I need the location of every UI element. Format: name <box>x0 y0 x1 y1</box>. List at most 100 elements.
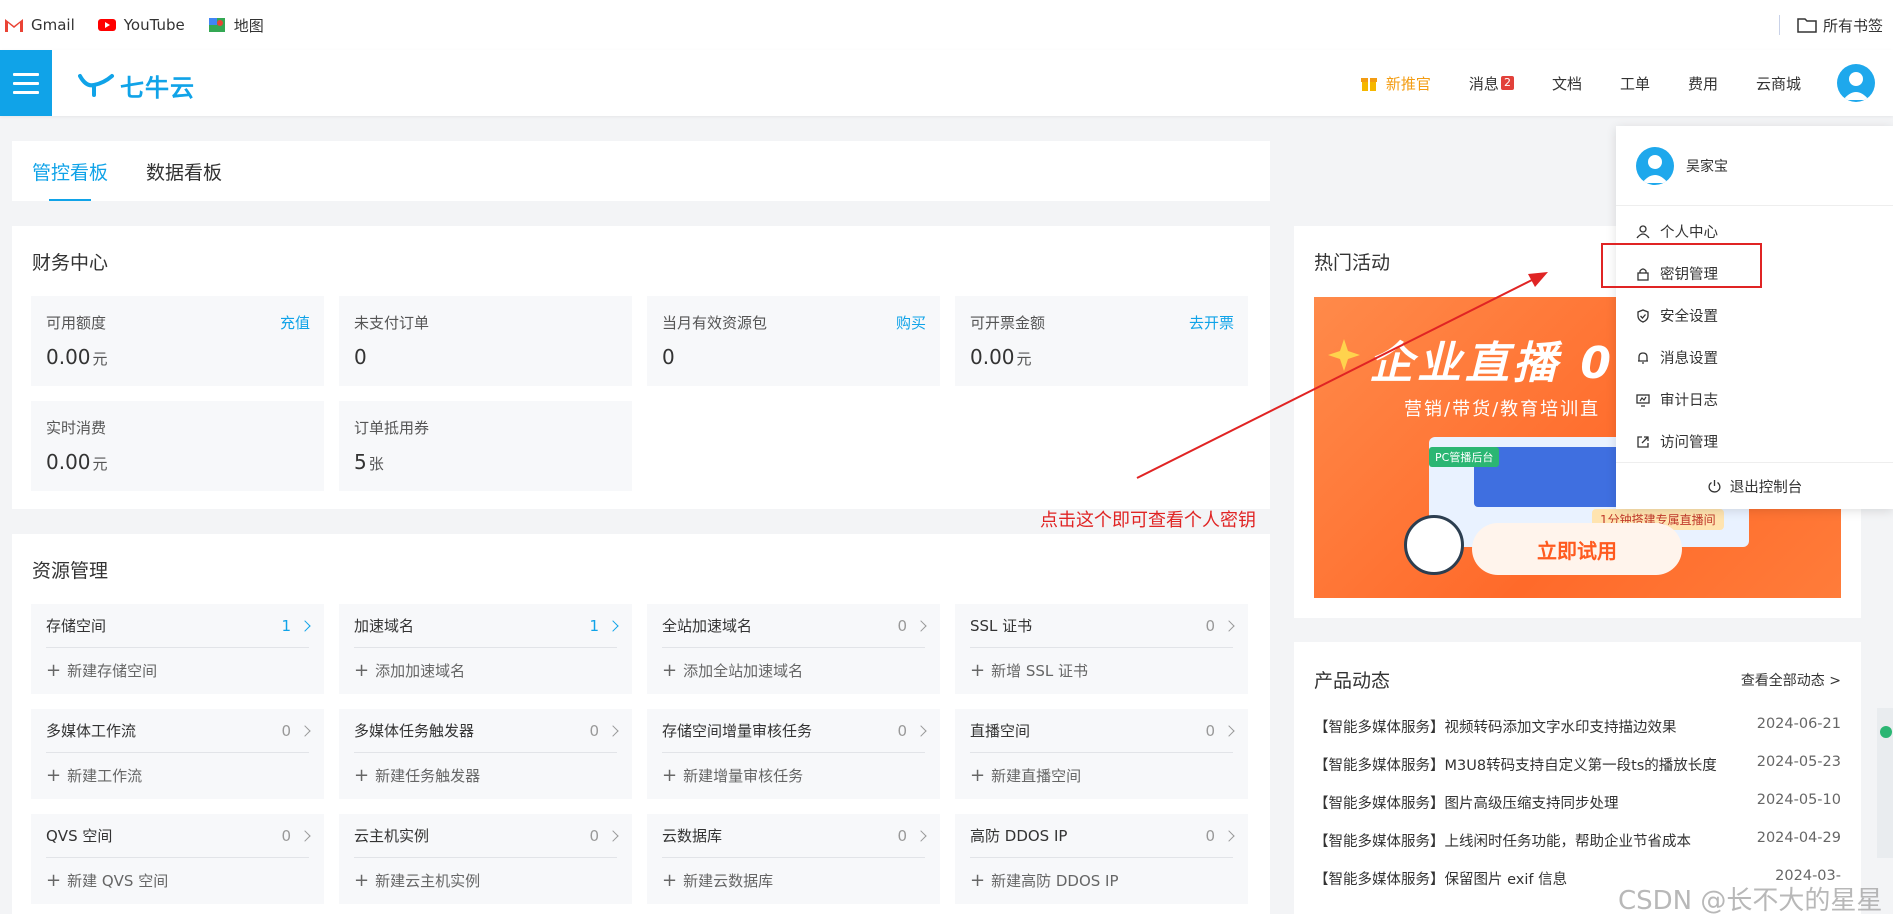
resource-item-name: 存储空间 <box>46 617 107 635</box>
resource-item: 全站加速域名 0 + 添加全站加速域名 <box>647 604 940 694</box>
nav-links: 新推官 消息 2 文档 工单 费用 云商城 <box>1322 50 1801 116</box>
news-item-text: 【智能多媒体服务】保留图片 exif 信息 <box>1314 872 1568 888</box>
plus-icon: + <box>354 870 370 891</box>
all-bookmarks[interactable]: 所有书签 <box>1797 0 1883 50</box>
resource-item-name: 存储空间增量审核任务 <box>662 722 813 740</box>
user-icon <box>1636 224 1650 238</box>
nav-messages-label: 消息 <box>1468 74 1499 93</box>
resource-item-header[interactable]: 多媒体任务触发器 0 <box>354 709 619 753</box>
resource-add-link[interactable]: + 新建云数据库 <box>662 858 925 903</box>
finance-item-unpaid-orders: 未支付订单 0 <box>339 296 632 386</box>
menu-item-label: 访问管理 <box>1660 435 1718 451</box>
resource-item-header[interactable]: 云数据库 0 <box>662 814 927 858</box>
logo-text: 七牛云 <box>120 74 195 102</box>
resource-add-link[interactable]: + 新建高防 DDOS IP <box>970 858 1233 903</box>
avatar[interactable] <box>1837 64 1875 102</box>
resource-add-link[interactable]: + 新建任务触发器 <box>354 753 617 798</box>
recharge-link[interactable]: 充值 <box>280 312 310 333</box>
news-item[interactable]: 【智能多媒体服务】上线闲时任务功能，帮助企业节省成本 2024-04-29 <box>1314 830 1841 851</box>
nav-tickets[interactable]: 工单 <box>1620 73 1650 94</box>
message-count-badge: 2 <box>1500 76 1514 90</box>
menu-button[interactable] <box>0 50 52 116</box>
resource-item: SSL 证书 0 + 新增 SSL 证书 <box>955 604 1248 694</box>
nav-docs[interactable]: 文档 <box>1552 73 1582 94</box>
resource-add-link[interactable]: + 新建增量审核任务 <box>662 753 925 798</box>
news-item[interactable]: 【智能多媒体服务】图片高级压缩支持同步处理 2024-05-10 <box>1314 792 1841 813</box>
resource-add-link[interactable]: + 新增 SSL 证书 <box>970 648 1233 693</box>
resource-item-header[interactable]: 高防 DDOS IP 0 <box>970 814 1235 858</box>
menu-item-label: 个人中心 <box>1660 225 1718 241</box>
resource-item-count: 0 <box>1205 617 1235 635</box>
nav-promo[interactable]: 新推官 <box>1360 73 1431 94</box>
finance-item-value: 5张 <box>354 450 384 474</box>
menu-item-access-management[interactable]: 访问管理 <box>1636 431 1718 452</box>
tab-control-board[interactable]: 管控看板 <box>32 158 108 201</box>
dropdown-user-header: 吴家宝 <box>1616 126 1893 206</box>
bookmark-label: Gmail <box>31 16 75 34</box>
resource-item-header[interactable]: 云主机实例 0 <box>354 814 619 858</box>
chevron-right-icon <box>1223 724 1235 737</box>
news-item-date: 2024-05-10 <box>1756 792 1841 808</box>
news-item[interactable]: 【智能多媒体服务】视频转码添加文字水印支持描边效果 2024-06-21 <box>1314 716 1841 737</box>
resource-item-header[interactable]: SSL 证书 0 <box>970 604 1235 648</box>
news-item[interactable]: 【智能多媒体服务】M3U8转码支持自定义第一段ts的播放长度 2024-05-23 <box>1314 754 1841 775</box>
logo[interactable]: 七牛云 <box>78 68 195 103</box>
bookmark-gmail[interactable]: Gmail <box>4 16 75 34</box>
resource-add-label: 新建任务触发器 <box>375 767 481 785</box>
menu-item-security[interactable]: 安全设置 <box>1636 305 1718 326</box>
banner-subtitle: 营销/带货/教育培训直 <box>1404 399 1601 420</box>
view-all-news-link[interactable]: 查看全部动态 > <box>1741 670 1841 693</box>
resource-add-link[interactable]: + 添加全站加速域名 <box>662 648 925 693</box>
bookmark-youtube[interactable]: YouTube <box>97 16 185 34</box>
nav-billing[interactable]: 费用 <box>1688 73 1718 94</box>
resource-item-header[interactable]: 存储空间 1 <box>46 604 311 648</box>
menu-item-label: 审计日志 <box>1660 393 1718 409</box>
nav-messages[interactable]: 消息 2 <box>1469 73 1514 94</box>
resource-add-link[interactable]: + 新建直播空间 <box>970 753 1233 798</box>
resource-add-link[interactable]: + 添加加速域名 <box>354 648 617 693</box>
resource-item-header[interactable]: QVS 空间 0 <box>46 814 311 858</box>
resource-add-link[interactable]: + 新建 QVS 空间 <box>46 858 309 903</box>
hot-activities-title: 热门活动 <box>1314 252 1391 274</box>
menu-item-profile[interactable]: 个人中心 <box>1636 221 1718 242</box>
user-dropdown-menu: 吴家宝 个人中心 密钥管理 安全设置 消息设置 审计日志 访问管理 退出控制台 <box>1616 126 1893 509</box>
resource-item-name: 全站加速域名 <box>662 617 753 635</box>
plus-icon: + <box>46 765 62 786</box>
menu-item-label: 消息设置 <box>1660 351 1718 367</box>
buy-link[interactable]: 购买 <box>896 312 926 333</box>
tab-data-board[interactable]: 数据看板 <box>146 158 222 201</box>
menu-item-notification-settings[interactable]: 消息设置 <box>1636 347 1718 368</box>
invoice-link[interactable]: 去开票 <box>1189 312 1234 333</box>
try-now-button[interactable]: 立即试用 <box>1472 523 1682 575</box>
resource-item: 多媒体任务触发器 0 + 新建任务触发器 <box>339 709 632 799</box>
finance-item-vouchers: 订单抵用券 5张 <box>339 401 632 491</box>
resource-add-link[interactable]: + 新建存储空间 <box>46 648 309 693</box>
news-item-text: 【智能多媒体服务】上线闲时任务功能，帮助企业节省成本 <box>1314 834 1691 850</box>
resource-item-count: 0 <box>897 722 927 740</box>
resource-item: 直播空间 0 + 新建直播空间 <box>955 709 1248 799</box>
logo-icon <box>78 73 114 97</box>
chevron-right-icon <box>1223 829 1235 842</box>
resource-item-header[interactable]: 直播空间 0 <box>970 709 1235 753</box>
menu-item-audit-log[interactable]: 审计日志 <box>1636 389 1718 410</box>
chevron-right-icon <box>607 724 619 737</box>
nav-store[interactable]: 云商城 <box>1756 73 1801 94</box>
resource-add-link[interactable]: + 新建工作流 <box>46 753 309 798</box>
side-widget[interactable] <box>1877 708 1893 858</box>
logout-button[interactable]: 退出控制台 <box>1616 462 1893 509</box>
resource-item-header[interactable]: 多媒体工作流 0 <box>46 709 311 753</box>
resource-item-count: 0 <box>281 722 311 740</box>
resource-item-count: 0 <box>589 722 619 740</box>
resource-add-label: 新建增量审核任务 <box>683 767 804 785</box>
bookmark-maps[interactable]: 地图 <box>207 15 264 36</box>
news-item-date: 2024-05-23 <box>1756 754 1841 770</box>
resource-item-header[interactable]: 全站加速域名 0 <box>662 604 927 648</box>
resource-add-link[interactable]: + 新建云主机实例 <box>354 858 617 903</box>
watermark: CSDN @长不大的星星 <box>1618 886 1883 914</box>
resource-item-header[interactable]: 存储空间增量审核任务 0 <box>662 709 927 753</box>
resource-item-header[interactable]: 加速域名 1 <box>354 604 619 648</box>
plus-icon: + <box>354 660 370 681</box>
bookmark-label: 地图 <box>233 16 264 35</box>
news-item-date: 2024-04-29 <box>1756 830 1841 846</box>
plus-icon: + <box>46 870 62 891</box>
